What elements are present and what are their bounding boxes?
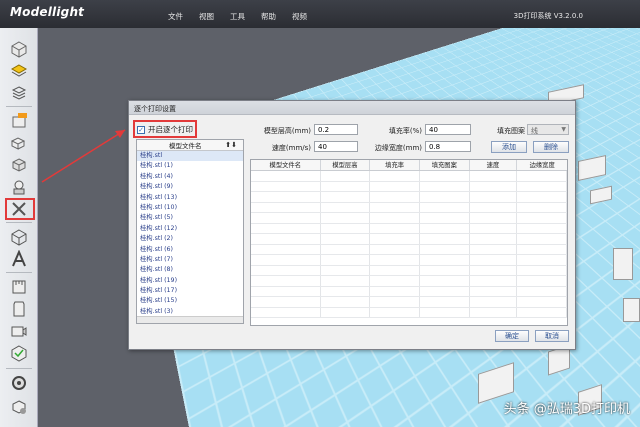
- table-row[interactable]: [251, 276, 567, 287]
- cube-check-icon[interactable]: [9, 344, 29, 362]
- table-row[interactable]: [251, 265, 567, 276]
- table-row[interactable]: [251, 202, 567, 213]
- list-item[interactable]: 桂构.stl (15): [137, 296, 243, 306]
- app-logo: Modellight: [10, 5, 85, 19]
- filelist-scrollbar[interactable]: [137, 316, 243, 323]
- table-row[interactable]: [251, 213, 567, 224]
- menu-tools[interactable]: 工具: [230, 11, 261, 22]
- list-item[interactable]: 桂构.stl (8): [137, 265, 243, 275]
- model-part[interactable]: [623, 298, 640, 322]
- pattern-select[interactable]: 线 ▼: [527, 124, 569, 135]
- menu-view[interactable]: 视图: [199, 11, 230, 22]
- table-row[interactable]: [251, 244, 567, 255]
- left-toolbar: [0, 28, 38, 427]
- layers-icon[interactable]: [9, 62, 29, 80]
- dialog-title: 逐个打印设置: [129, 101, 575, 115]
- list-item[interactable]: 桂构.stl (1): [137, 161, 243, 171]
- cube-open-icon[interactable]: [9, 156, 29, 174]
- table-row[interactable]: [251, 234, 567, 245]
- ok-button[interactable]: 确定: [495, 330, 529, 342]
- edge-width-label: 边缘宽度(mm): [374, 144, 422, 152]
- layer-height-label: 模型层高(mm): [263, 127, 311, 135]
- model-part[interactable]: [613, 248, 633, 280]
- pattern-label: 填充图案: [497, 127, 525, 135]
- list-item[interactable]: 桂构.stl: [137, 151, 243, 162]
- watermark: 头条 @弘瑞3D打印机: [503, 402, 630, 417]
- list-item[interactable]: 桂构.stl (6): [137, 245, 243, 255]
- table-row[interactable]: [251, 192, 567, 203]
- infill-label: 填充率(%): [388, 127, 422, 135]
- infill-input[interactable]: [425, 124, 471, 135]
- speed-input[interactable]: [314, 141, 358, 152]
- table-row[interactable]: [251, 255, 567, 266]
- list-item[interactable]: 桂构.stl (17): [137, 286, 243, 296]
- table-row[interactable]: [251, 286, 567, 297]
- list-item[interactable]: 桂构.stl (10): [137, 203, 243, 213]
- cube-stack-icon[interactable]: [9, 84, 29, 102]
- cancel-button[interactable]: 取消: [535, 330, 569, 342]
- menu-file[interactable]: 文件: [168, 11, 199, 22]
- list-item[interactable]: 桂构.stl (4): [137, 172, 243, 182]
- badge-box-icon[interactable]: [9, 112, 29, 130]
- delete-button[interactable]: 删除: [533, 141, 569, 153]
- table-header: 模型文件名 模型层高 填充率 填充图案 速度 边缘宽度: [251, 160, 567, 171]
- sequential-print-dialog: 逐个打印设置 ✓ 开启逐个打印 模型文件名 ⬆⬇ 桂构.stl 桂构.stl (1…: [128, 100, 576, 350]
- gear-icon[interactable]: [9, 374, 29, 392]
- list-item[interactable]: 桂构.stl (5): [137, 213, 243, 223]
- table-row[interactable]: [251, 307, 567, 318]
- text-a-icon[interactable]: [9, 250, 29, 268]
- filelist-header: 模型文件名 ⬆⬇: [137, 140, 243, 151]
- edge-width-input[interactable]: [425, 141, 471, 152]
- menu-bar: 文件 视图 工具 帮助 视频: [168, 11, 323, 22]
- add-button[interactable]: 添加: [491, 141, 527, 153]
- speed-label: 速度(mm/s): [271, 144, 311, 152]
- table-row[interactable]: [251, 181, 567, 192]
- menu-help[interactable]: 帮助: [261, 11, 292, 22]
- camera-icon[interactable]: [9, 322, 29, 340]
- layer-height-input[interactable]: [314, 124, 358, 135]
- settings-table[interactable]: 模型文件名 模型层高 填充率 填充图案 速度 边缘宽度: [250, 159, 568, 326]
- list-item[interactable]: 桂构.stl (2): [137, 234, 243, 244]
- chevron-down-icon: ▼: [561, 126, 566, 133]
- list-item[interactable]: 桂构.stl (13): [137, 193, 243, 203]
- list-item[interactable]: 桂构.stl (12): [137, 224, 243, 234]
- table-row[interactable]: [251, 297, 567, 308]
- cube-wire-icon[interactable]: [9, 228, 29, 246]
- cube-person-icon[interactable]: [9, 398, 29, 416]
- app-title: 3D打印系统 V3.2.0.0: [513, 12, 583, 20]
- model-part-selected[interactable]: [278, 408, 300, 427]
- sequential-print-icon[interactable]: [9, 178, 29, 196]
- ruler-icon[interactable]: [9, 278, 29, 296]
- table-row[interactable]: [251, 171, 567, 182]
- toolbar-highlight-box: [5, 198, 35, 220]
- table-row[interactable]: [251, 223, 567, 234]
- list-item[interactable]: 桂构.stl (19): [137, 276, 243, 286]
- list-item[interactable]: 桂构.stl (7): [137, 255, 243, 265]
- list-item[interactable]: 桂构.stl (9): [137, 182, 243, 192]
- cube-multi-icon[interactable]: [9, 134, 29, 152]
- sd-card-icon[interactable]: [9, 300, 29, 318]
- cube-icon[interactable]: [9, 40, 29, 58]
- title-bar: Modellight 文件 视图 工具 帮助 视频 3D打印系统 V3.2.0.…: [0, 0, 640, 28]
- menu-video[interactable]: 视频: [292, 11, 323, 22]
- checkbox-highlight-box: [133, 120, 197, 138]
- model-file-list[interactable]: 模型文件名 ⬆⬇ 桂构.stl 桂构.stl (1) 桂构.stl (4) 桂构.st…: [136, 139, 244, 324]
- reorder-arrows-icon[interactable]: ⬆⬇: [225, 141, 237, 149]
